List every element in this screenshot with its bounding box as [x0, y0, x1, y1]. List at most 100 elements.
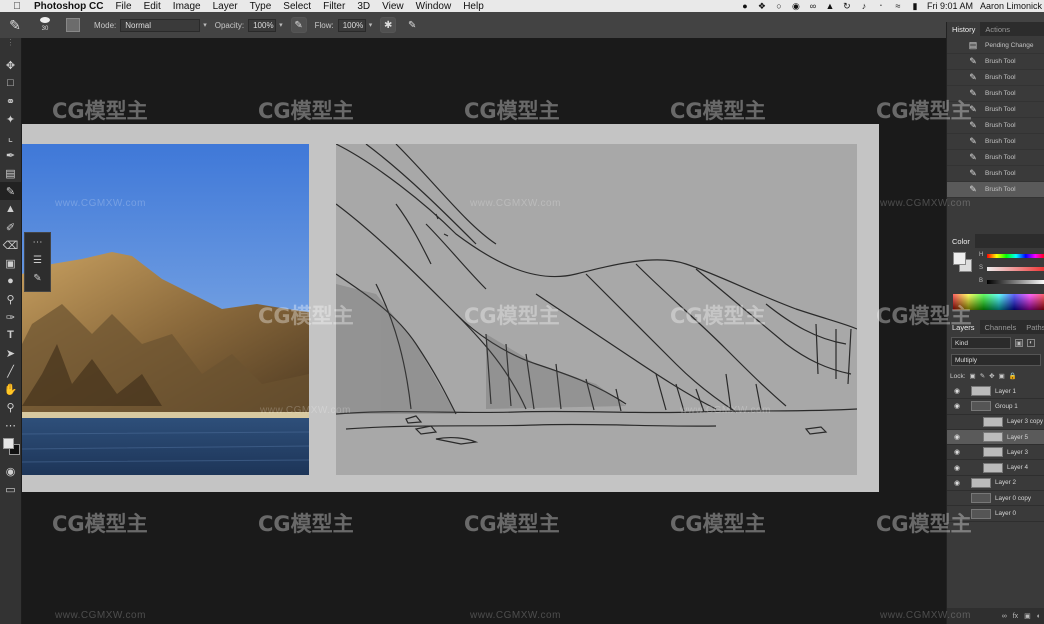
menu-image[interactable]: Image: [173, 1, 201, 12]
battery-icon[interactable]: ▮: [910, 1, 920, 12]
menu-help[interactable]: Help: [463, 1, 484, 12]
flyout-grip-icon[interactable]: ⋯: [25, 233, 50, 251]
layer-row-selected[interactable]: ◉ Layer 5: [947, 429, 1044, 446]
path-selection-tool-icon[interactable]: ➤: [0, 344, 21, 362]
chevron-down-icon[interactable]: ▾: [279, 21, 283, 29]
mask-icon[interactable]: ▣: [1024, 612, 1031, 620]
history-item[interactable]: ▤ Pending Change: [947, 38, 1044, 54]
canvas-area[interactable]: [22, 38, 946, 624]
link-icon[interactable]: ∞: [808, 1, 818, 11]
hand-tool-icon[interactable]: ✋: [0, 380, 21, 398]
layer-row[interactable]: ◉ Layer 3: [947, 445, 1044, 461]
eraser-tool-icon[interactable]: ⌫: [0, 236, 21, 254]
tab-paths[interactable]: Paths: [1021, 320, 1044, 334]
eye-icon[interactable]: ◉: [951, 448, 963, 456]
menu-layer[interactable]: Layer: [213, 1, 238, 12]
lock-artboard-icon[interactable]: ▣: [999, 372, 1005, 380]
layer-row[interactable]: ◉ Layer 1: [947, 384, 1044, 400]
more-tools-icon[interactable]: ⋯: [0, 416, 21, 434]
lock-transparent-icon[interactable]: ▣: [970, 372, 976, 380]
gradient-tool-icon[interactable]: ▣: [0, 254, 21, 272]
color-foreground-swatch[interactable]: [953, 252, 966, 265]
eye-icon[interactable]: ◉: [951, 464, 963, 472]
history-item[interactable]: ✎ Brush Tool: [947, 86, 1044, 102]
pen-tool-icon[interactable]: ✑: [0, 308, 21, 326]
menu-3d[interactable]: 3D: [357, 1, 370, 12]
type-tool-icon[interactable]: T: [0, 326, 21, 344]
flow-field[interactable]: 100%: [337, 18, 366, 32]
apple-icon[interactable]: : [10, 1, 24, 12]
crop-tool-icon[interactable]: ⌞: [0, 128, 21, 146]
lock-paint-icon[interactable]: ✎: [980, 372, 985, 380]
blend-mode-select[interactable]: Multiply: [951, 354, 1041, 366]
screen-mode-icon[interactable]: ▭: [0, 480, 21, 498]
layer-kind-filter[interactable]: Kind: [951, 337, 1011, 349]
menu-filter[interactable]: Filter: [323, 1, 345, 12]
menu-select[interactable]: Select: [283, 1, 311, 12]
menu-edit[interactable]: Edit: [144, 1, 161, 12]
menu-view[interactable]: View: [382, 1, 404, 12]
layer-row[interactable]: ◉ Layer 2: [947, 476, 1044, 492]
menu-clock[interactable]: Fri 9:01 AM: [927, 1, 973, 11]
bluetooth-icon[interactable]: ᛫: [876, 1, 886, 11]
tab-layers[interactable]: Layers: [947, 320, 980, 334]
document-canvas[interactable]: [22, 124, 879, 492]
eye-icon[interactable]: ◉: [951, 433, 963, 441]
chevron-down-icon[interactable]: ▾: [369, 21, 373, 29]
brush-preset-picker[interactable]: 30: [30, 14, 60, 36]
volume-icon[interactable]: ♪: [859, 1, 869, 11]
brush-presets-icon[interactable]: ✎: [25, 269, 50, 287]
healing-brush-tool-icon[interactable]: ▤: [0, 164, 21, 182]
history-item[interactable]: ✎ Brush Tool: [947, 134, 1044, 150]
tab-history[interactable]: History: [947, 22, 981, 36]
history-item[interactable]: ✎ Brush Tool: [947, 70, 1044, 86]
tab-color[interactable]: Color: [947, 234, 975, 248]
hue-slider[interactable]: [987, 254, 1044, 258]
tab-actions[interactable]: Actions: [980, 22, 1015, 36]
airbrush-icon[interactable]: ✱: [380, 17, 397, 33]
brightness-slider[interactable]: [987, 280, 1044, 284]
status-dot-icon[interactable]: ●: [740, 1, 750, 11]
link-icon[interactable]: ∞: [1002, 613, 1007, 620]
tab-channels[interactable]: Channels: [980, 320, 1022, 334]
opacity-field[interactable]: 100%: [248, 18, 277, 32]
line-tool-icon[interactable]: ╱: [0, 362, 21, 380]
eye-icon[interactable]: ◉: [951, 479, 963, 487]
move-tool-icon[interactable]: ✥: [0, 56, 21, 74]
color-spectrum-ramp[interactable]: [953, 294, 1044, 310]
menu-user[interactable]: Aaron Limonick: [980, 1, 1042, 11]
foreground-color-swatch[interactable]: [3, 438, 14, 449]
chevron-down-icon[interactable]: ▾: [203, 21, 207, 29]
pressure-opacity-icon[interactable]: ✎: [290, 17, 307, 33]
adjustment-icon[interactable]: ◐: [1037, 613, 1041, 620]
dodge-tool-icon[interactable]: ⚲: [0, 290, 21, 308]
time-machine-icon[interactable]: ↻: [842, 1, 852, 12]
lock-all-icon[interactable]: 🔒: [1009, 372, 1017, 380]
lasso-tool-icon[interactable]: ⚭: [0, 92, 21, 110]
quick-mask-icon[interactable]: ◉: [0, 462, 21, 480]
eye-icon[interactable]: ◉: [951, 402, 963, 410]
creative-cloud-icon[interactable]: ○: [774, 1, 784, 11]
layer-row[interactable]: Layer 0 copy: [947, 491, 1044, 507]
menu-type[interactable]: Type: [250, 1, 272, 12]
history-item[interactable]: ✎ Brush Tool: [947, 118, 1044, 134]
line-sketch-canvas[interactable]: [336, 144, 857, 475]
app-name[interactable]: Photoshop CC: [34, 1, 103, 12]
fx-icon[interactable]: fx: [1013, 613, 1018, 620]
saturation-slider[interactable]: [987, 267, 1044, 271]
filter-pixel-icon[interactable]: ▣: [1015, 339, 1023, 347]
history-item[interactable]: ✎ Brush Tool: [947, 166, 1044, 182]
filter-adjustment-icon[interactable]: ◐: [1027, 339, 1035, 347]
zoom-tool-icon[interactable]: ⚲: [0, 398, 21, 416]
eye-icon[interactable]: ◉: [951, 387, 963, 395]
history-item[interactable]: ✎ Brush Tool: [947, 54, 1044, 70]
layer-row[interactable]: Layer 3 copy: [947, 415, 1044, 430]
mode-select[interactable]: Normal: [120, 18, 201, 32]
toolbar-grip-icon[interactable]: ⋮: [0, 38, 21, 56]
layer-row[interactable]: ◉ Group 1: [947, 399, 1044, 415]
wifi-icon[interactable]: ≈: [893, 1, 903, 11]
brush-settings-icon[interactable]: ☰: [25, 251, 50, 269]
clone-stamp-tool-icon[interactable]: ▲: [0, 200, 21, 218]
menu-file[interactable]: File: [115, 1, 131, 12]
magic-wand-tool-icon[interactable]: ✦: [0, 110, 21, 128]
